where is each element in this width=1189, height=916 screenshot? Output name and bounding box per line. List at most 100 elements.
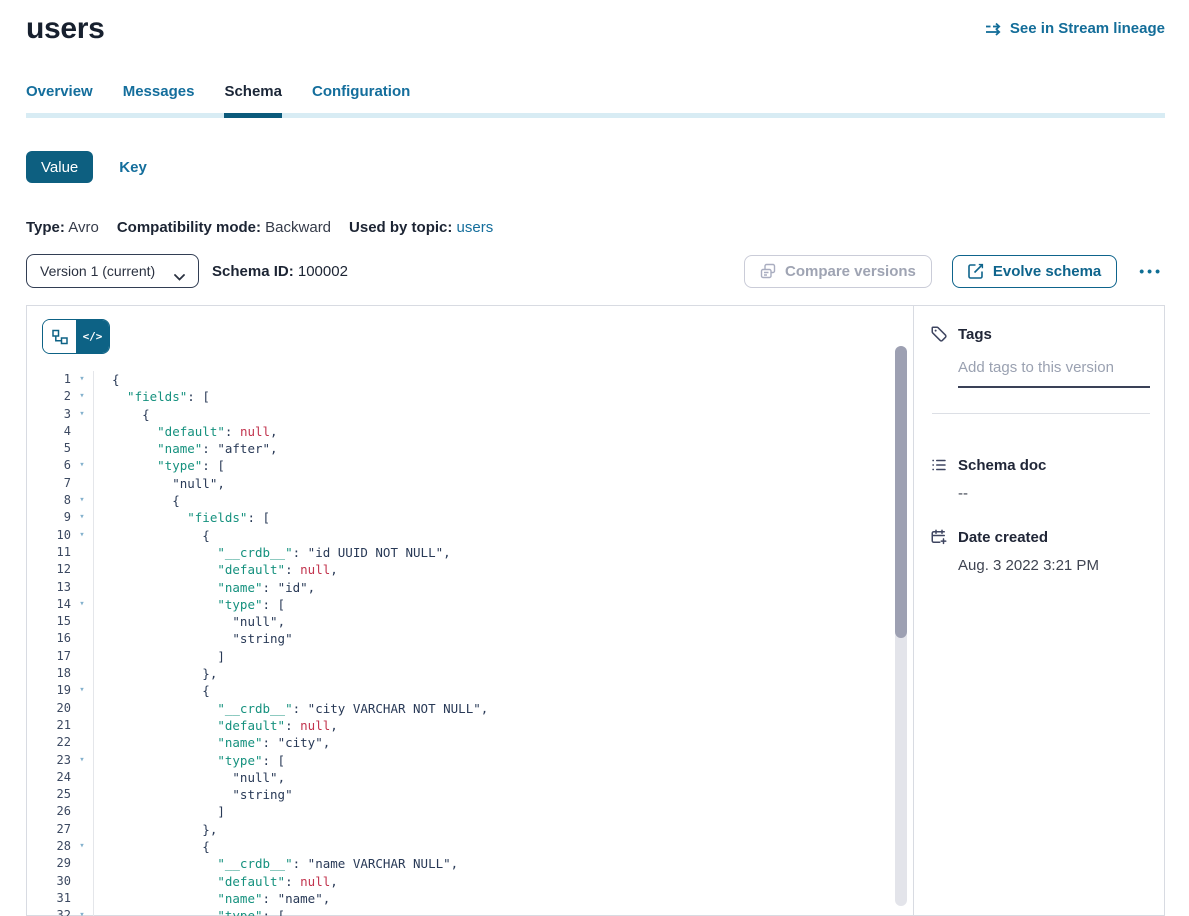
- code-text: "__crdb__": "id UUID NOT NULL",: [93, 544, 913, 561]
- code-text: {: [93, 371, 913, 388]
- line-number: 19: [27, 682, 71, 699]
- meta-value: Backward: [261, 219, 331, 236]
- evolve-schema-button[interactable]: Evolve schema: [952, 255, 1117, 288]
- code-text: "type": [: [93, 907, 913, 916]
- version-bar: Version 1 (current) Schema ID: 100002: [26, 254, 1165, 288]
- key-tab-link[interactable]: Key: [119, 159, 147, 176]
- line-number: 25: [27, 786, 71, 803]
- topic-tabs: Overview Messages Schema Configuration: [26, 83, 1165, 118]
- compare-versions-button[interactable]: Compare versions: [744, 255, 932, 288]
- code-line: 18},: [27, 665, 913, 682]
- collapse-toggle-icon[interactable]: ▾: [71, 682, 93, 699]
- calendar-plus-icon: [930, 528, 948, 546]
- line-number: 11: [27, 544, 71, 561]
- line-number: 3: [27, 406, 71, 423]
- line-number: 22: [27, 734, 71, 751]
- schema-code-pane: </> 1▾{2▾"fields": [3▾{4"default": null,…: [27, 306, 914, 915]
- code-text: "name": "city",: [93, 734, 913, 751]
- code-line: 17]: [27, 648, 913, 665]
- code-line: 24"null",: [27, 769, 913, 786]
- tab-overview[interactable]: Overview: [26, 83, 93, 118]
- schema-panel: </> 1▾{2▾"fields": [3▾{4"default": null,…: [26, 305, 1165, 916]
- collapse-toggle-icon[interactable]: ▾: [71, 596, 93, 613]
- code-line: 27},: [27, 821, 913, 838]
- tab-messages[interactable]: Messages: [123, 83, 195, 118]
- scrollbar[interactable]: [895, 346, 907, 906]
- code-text: {: [93, 492, 913, 509]
- value-tab-button[interactable]: Value: [26, 151, 93, 183]
- list-icon: [930, 456, 948, 474]
- collapse-toggle-icon[interactable]: ▾: [71, 492, 93, 509]
- collapse-toggle-icon[interactable]: ▾: [71, 371, 93, 388]
- compare-versions-label: Compare versions: [785, 263, 916, 280]
- code-line: 16"string": [27, 630, 913, 647]
- version-select[interactable]: Version 1 (current): [26, 254, 199, 288]
- line-number: 10: [27, 527, 71, 544]
- compare-icon: [760, 263, 776, 279]
- collapse-toggle-icon[interactable]: ▾: [71, 838, 93, 855]
- collapse-toggle-icon[interactable]: ▾: [71, 388, 93, 405]
- schema-doc-value: --: [958, 485, 1150, 502]
- line-number: 15: [27, 613, 71, 630]
- line-number: 30: [27, 873, 71, 890]
- code-line: 31 "name": "name",: [27, 890, 913, 907]
- collapse-toggle-icon[interactable]: ▾: [71, 752, 93, 769]
- lineage-link-label: See in Stream lineage: [1010, 20, 1165, 37]
- code-line: 30 "default": null,: [27, 873, 913, 890]
- schema-sidebar: Tags Schema doc --: [914, 306, 1164, 915]
- chevron-down-icon: [174, 268, 185, 275]
- code-text: {: [93, 527, 913, 544]
- tab-configuration[interactable]: Configuration: [312, 83, 410, 118]
- line-number: 23: [27, 752, 71, 769]
- code-line: 22 "name": "city",: [27, 734, 913, 751]
- tree-view-button[interactable]: [43, 320, 76, 353]
- code-line: 9▾"fields": [: [27, 509, 913, 526]
- see-in-stream-lineage-link[interactable]: See in Stream lineage: [985, 20, 1165, 37]
- tree-view-icon: [52, 329, 68, 345]
- schema-id-label: Schema ID:: [212, 263, 294, 280]
- page-header: users See in Stream lineage: [0, 0, 1189, 46]
- collapse-toggle-icon[interactable]: ▾: [71, 907, 93, 916]
- tag-icon: [930, 325, 948, 343]
- add-tags-input[interactable]: [958, 356, 1150, 388]
- code-line: 26]: [27, 803, 913, 820]
- schema-meta-row: Type: Avro Compatibility mode: Backward Us…: [26, 219, 1189, 236]
- scrollbar-thumb[interactable]: [895, 346, 907, 638]
- code-view-button[interactable]: </>: [76, 320, 109, 353]
- schema-part-toggle: Value Key: [26, 151, 1189, 183]
- line-number: 31: [27, 890, 71, 907]
- line-number: 9: [27, 509, 71, 526]
- collapse-toggle-icon[interactable]: ▾: [71, 527, 93, 544]
- meta-label: Compatibility mode:: [117, 219, 261, 236]
- schema-page: users See in Stream lineage Overview Mess…: [0, 0, 1189, 916]
- used-by-topic-link[interactable]: users: [452, 219, 493, 236]
- line-number: 20: [27, 700, 71, 717]
- code-line: 14▾"type": [: [27, 596, 913, 613]
- code-line: 4"default": null,: [27, 423, 913, 440]
- meta-item: Type: Avro: [26, 219, 99, 236]
- code-text: "null",: [93, 613, 913, 630]
- code-text: "default": null,: [93, 873, 913, 890]
- code-line: 32▾"type": [: [27, 907, 913, 916]
- code-text: "default": null,: [93, 561, 913, 578]
- collapse-toggle-icon[interactable]: ▾: [71, 509, 93, 526]
- collapse-toggle-icon[interactable]: ▾: [71, 406, 93, 423]
- code-line: 13"name": "id",: [27, 579, 913, 596]
- line-number: 28: [27, 838, 71, 855]
- meta-item: Compatibility mode: Backward: [117, 219, 331, 236]
- collapse-toggle-icon[interactable]: ▾: [71, 457, 93, 474]
- code-text: {: [93, 838, 913, 855]
- code-text: "null",: [93, 769, 913, 786]
- schema-id: Schema ID: 100002: [212, 263, 348, 280]
- line-number: 14: [27, 596, 71, 613]
- tab-schema[interactable]: Schema: [224, 83, 282, 118]
- line-number: 16: [27, 630, 71, 647]
- code-text: "name": "name",: [93, 890, 913, 907]
- schema-doc-header: Schema doc: [930, 456, 1150, 474]
- code-line: 8▾{: [27, 492, 913, 509]
- more-actions-button[interactable]: •••: [1137, 259, 1165, 283]
- line-number: 17: [27, 648, 71, 665]
- meta-label: Used by topic:: [349, 219, 452, 236]
- schema-id-value: 100002: [298, 263, 348, 280]
- code-text: "string": [93, 786, 913, 803]
